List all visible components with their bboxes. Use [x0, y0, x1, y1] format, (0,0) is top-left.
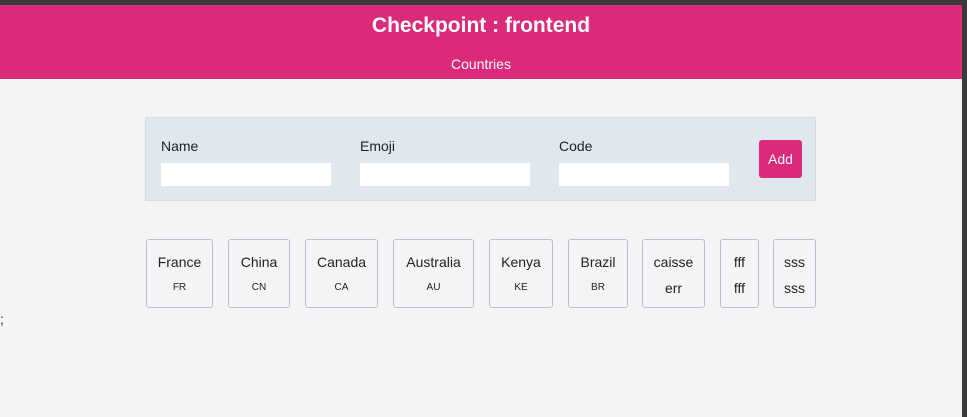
page-title: Checkpoint : frontend [371, 14, 591, 37]
name-field-group: Name [161, 136, 331, 186]
country-name: Kenya [501, 254, 541, 270]
nav-link-countries[interactable]: Countries [0, 56, 962, 72]
emoji-input[interactable] [360, 163, 530, 186]
country-card[interactable]: Brazil BR [568, 239, 628, 308]
country-name: fff [733, 254, 746, 270]
name-label: Name [161, 138, 199, 154]
country-card[interactable]: China CN [228, 239, 290, 308]
country-card[interactable]: sss sss [773, 239, 816, 308]
window-frame-right [962, 0, 967, 417]
country-name: France [157, 254, 202, 270]
code-input[interactable] [559, 163, 729, 186]
code-label: Code [559, 138, 593, 154]
country-code: CN [251, 282, 267, 293]
country-code: FR [172, 282, 187, 293]
country-name: Australia [406, 254, 461, 270]
add-country-form: Name Emoji Code Add [145, 117, 816, 201]
country-code: KE [514, 282, 528, 293]
name-input[interactable] [161, 163, 331, 186]
app-header: Checkpoint : frontend Countries [0, 5, 962, 79]
stray-text: ; [0, 311, 4, 327]
country-name: Brazil [580, 254, 616, 270]
emoji-label: Emoji [360, 138, 396, 154]
country-card[interactable]: Kenya KE [489, 239, 553, 308]
country-card[interactable]: France FR [146, 239, 213, 308]
country-code: BR [591, 282, 605, 293]
country-code: fff [733, 280, 746, 296]
country-name: Canada [316, 254, 367, 270]
country-card[interactable]: Australia AU [393, 239, 474, 308]
country-code: CA [334, 282, 349, 293]
country-code: err [664, 280, 683, 296]
country-code: AU [426, 282, 441, 293]
country-name: caisse [653, 254, 694, 270]
country-card[interactable]: caisse err [642, 239, 705, 308]
emoji-field-group: Emoji [360, 136, 530, 186]
country-code: sss [784, 280, 805, 296]
code-field-group: Code [559, 136, 729, 186]
country-card[interactable]: fff fff [720, 239, 759, 308]
country-name: China [240, 254, 278, 270]
country-card[interactable]: Canada CA [305, 239, 378, 308]
country-name: sss [784, 254, 805, 270]
add-button[interactable]: Add [759, 140, 802, 178]
